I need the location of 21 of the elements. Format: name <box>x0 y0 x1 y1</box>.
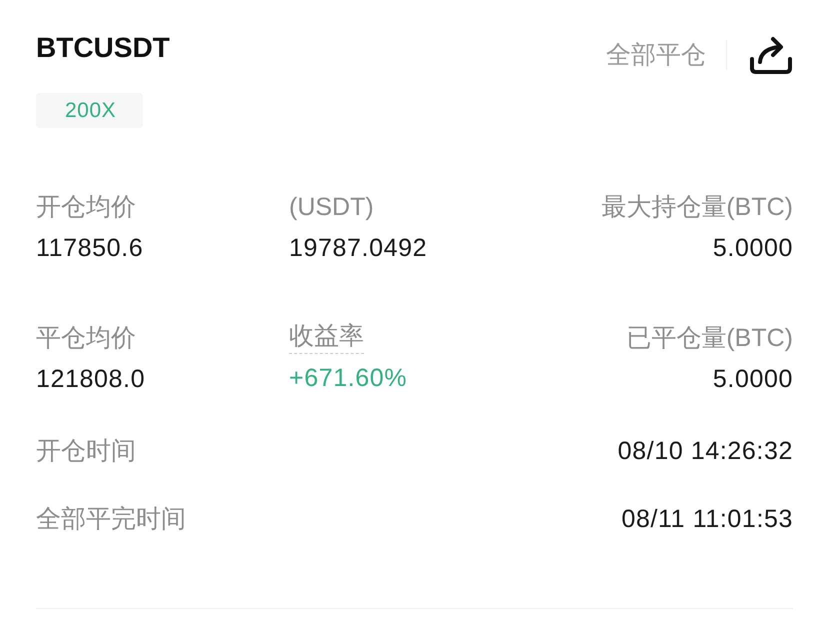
leverage-badge: 200X <box>36 93 144 128</box>
time-value: 08/11 11:01:53 <box>621 504 793 535</box>
symbol-title: BTCUSDT <box>36 31 170 65</box>
stat-label: (USDT) <box>289 192 374 223</box>
stat-value: 121808.0 <box>36 364 146 395</box>
stat-value: 117850.6 <box>36 233 144 264</box>
stat-label: 平仓均价 <box>36 323 136 354</box>
stat-value: 5.0000 <box>712 364 793 395</box>
share-button[interactable] <box>749 35 793 75</box>
time-label: 开仓时间 <box>36 436 136 467</box>
time-label: 全部平完时间 <box>36 504 186 535</box>
stat-label: 已平仓量(BTC) <box>626 323 793 354</box>
close-all-button[interactable]: 全部平仓 <box>606 38 706 72</box>
time-value: 08/10 14:26:32 <box>618 436 793 467</box>
stat-label: 开仓均价 <box>36 192 136 223</box>
share-icon <box>749 35 793 75</box>
stat-value: +671.60% <box>289 363 408 394</box>
stat-value: 19787.0492 <box>289 233 428 264</box>
stat-value: 5.0000 <box>712 233 793 264</box>
stat-label: 最大持仓量(BTC) <box>601 192 793 223</box>
stat-label[interactable]: 收益率 <box>289 321 364 354</box>
